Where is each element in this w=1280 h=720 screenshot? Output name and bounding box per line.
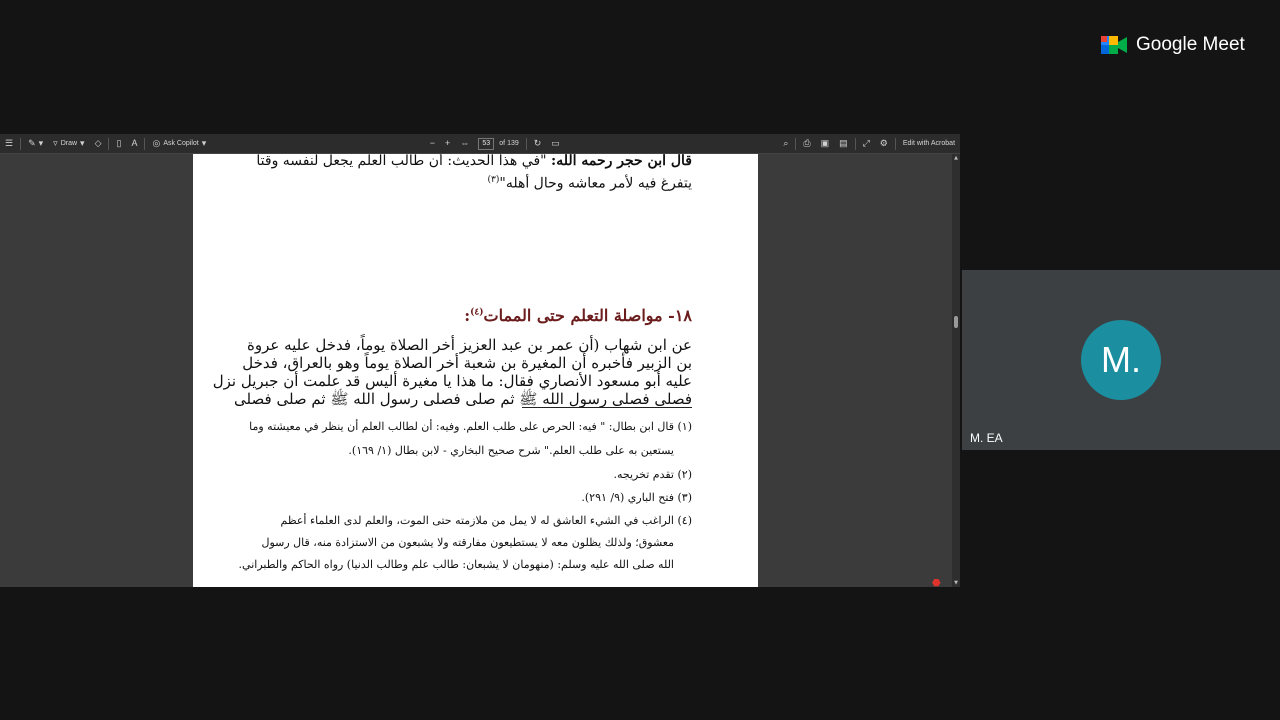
chevron-down-icon: ▾ bbox=[201, 138, 207, 148]
footnote: (٤) الراغب في الشيء العاشق له لا يمل من … bbox=[280, 514, 692, 527]
scrollbar-thumb[interactable] bbox=[954, 316, 958, 328]
settings-button[interactable]: ⚙ bbox=[875, 134, 893, 154]
body-line: عليه أبو مسعود الأنصاري فقال: ما هذا يا … bbox=[212, 372, 692, 390]
ask-copilot-button[interactable]: ◎ Ask Copilot ▾ bbox=[147, 134, 211, 154]
search-button[interactable]: ⌕ bbox=[778, 134, 793, 154]
page-layout-button[interactable]: ▭ bbox=[546, 134, 565, 154]
zoom-out-button[interactable]: − bbox=[425, 134, 440, 154]
participant-tile[interactable]: M. M. EA bbox=[962, 270, 1280, 450]
rotate-button[interactable]: ↻ bbox=[529, 134, 547, 154]
footnote: معشوق؛ ولذلك يظلون معه لا يستطيعون مفارق… bbox=[261, 536, 674, 549]
fit-width-icon: ⇔ bbox=[460, 138, 470, 148]
view-button[interactable]: ▯ bbox=[111, 134, 126, 154]
scroll-down-icon[interactable]: ▼ bbox=[953, 580, 959, 586]
read-aloud-button[interactable]: A bbox=[126, 134, 142, 154]
toolbar-separator bbox=[144, 137, 146, 150]
menu-button[interactable]: ☰ bbox=[0, 134, 18, 154]
edit-with-acrobat-button[interactable]: Edit with Acrobat bbox=[898, 134, 960, 154]
shared-screen: ☰ ✎ ▾ ▿ Draw ▾ ◇ ▯ A ◎ Ask Copilot ▾ − + ⇔ 53… bbox=[0, 0, 960, 720]
copilot-label: Ask Copilot bbox=[163, 140, 199, 147]
eraser-icon: ◇ bbox=[94, 138, 102, 148]
save-icon: ▣ bbox=[820, 138, 830, 148]
avatar: M. bbox=[1081, 320, 1161, 400]
eraser-button[interactable]: ◇ bbox=[90, 134, 107, 154]
toolbar-separator bbox=[894, 137, 896, 150]
page-view-icon: ▯ bbox=[116, 138, 122, 148]
pen-icon: ▿ bbox=[53, 138, 58, 148]
footnote: (٣) فتح الباري (٩/ ٢٩١). bbox=[581, 491, 692, 504]
expand-icon: ⤢ bbox=[862, 138, 870, 148]
screen: ☰ ✎ ▾ ▿ Draw ▾ ◇ ▯ A ◎ Ask Copilot ▾ − + ⇔ 53… bbox=[0, 0, 1280, 720]
vertical-scrollbar[interactable]: ▲ ▼ bbox=[952, 154, 960, 587]
footnote-ref: (٤) bbox=[470, 307, 484, 318]
footnote: (١) قال ابن بطال: " فيه: الحرص على طلب ا… bbox=[249, 420, 692, 433]
save-as-button[interactable]: ▤ bbox=[834, 134, 853, 154]
page-total: of 139 bbox=[499, 140, 519, 147]
toolbar-separator bbox=[108, 137, 110, 150]
toolbar-separator bbox=[525, 137, 527, 150]
minus-icon: − bbox=[429, 138, 436, 148]
participant-name: M. EA bbox=[970, 431, 1003, 445]
pdf-viewer: ☰ ✎ ▾ ▿ Draw ▾ ◇ ▯ A ◎ Ask Copilot ▾ − + ⇔ 53… bbox=[0, 134, 960, 587]
footnote-divider bbox=[522, 407, 692, 408]
author-quote-label: قال ابن حجر رحمه الله: bbox=[551, 154, 692, 169]
acrobat-icon[interactable]: ⬣ bbox=[932, 578, 944, 587]
search-icon: ⌕ bbox=[783, 138, 789, 148]
heading-text: ١٨- مواصلة التعلم حتى الممات bbox=[483, 306, 692, 325]
footnote: يستعين به على طلب العلم." شرح صحيح البخا… bbox=[348, 444, 674, 457]
save-as-icon: ▤ bbox=[839, 138, 848, 148]
plus-icon: + bbox=[445, 138, 451, 148]
save-button[interactable]: ▣ bbox=[816, 134, 835, 154]
page-number-input[interactable]: 53 bbox=[478, 137, 495, 150]
toolbar-separator bbox=[20, 137, 22, 150]
text-line: قال ابن حجر رحمه الله: "في هذا الحديث: أ… bbox=[242, 154, 692, 170]
draw-button[interactable]: ▿ Draw ▾ bbox=[48, 134, 89, 154]
fullscreen-button[interactable]: ⤢ bbox=[858, 134, 875, 154]
google-meet-logo: Google Meet bbox=[1100, 33, 1245, 57]
highlight-button[interactable]: ✎ ▾ bbox=[23, 134, 48, 154]
section-heading: ١٨- مواصلة التعلم حتى الممات(٤): bbox=[464, 306, 692, 325]
footnote-ref: (٣) bbox=[487, 175, 500, 185]
copilot-icon: ◎ bbox=[152, 138, 161, 148]
toolbar-separator bbox=[854, 137, 856, 150]
body-line: عن ابن شهاب (أن عمر بن عبد العزيز أخر ال… bbox=[247, 336, 692, 354]
meet-brand: Google Meet bbox=[1136, 34, 1245, 55]
scroll-up-icon[interactable]: ▲ bbox=[953, 155, 959, 161]
fit-page-button[interactable]: ⇔ bbox=[455, 134, 474, 154]
meet-camera-icon bbox=[1101, 36, 1127, 54]
quote-text: يتفرغ فيه لأمر معاشه وحال أهله" bbox=[499, 175, 692, 192]
zoom-in-button[interactable]: + bbox=[440, 134, 455, 154]
toolbar-separator bbox=[795, 137, 797, 150]
document-canvas[interactable]: قال ابن حجر رحمه الله: "في هذا الحديث: أ… bbox=[0, 154, 952, 587]
list-icon: ☰ bbox=[5, 138, 14, 148]
body-line: بن الزبير فأخبره أن المغيرة بن شعبة أخر … bbox=[242, 354, 692, 372]
print-icon: ⎙ bbox=[803, 138, 811, 148]
rotate-icon: ↻ bbox=[533, 138, 542, 148]
footnote: (٢) تقدم تخريجه. bbox=[613, 468, 692, 481]
read-aloud-icon: A bbox=[131, 138, 138, 148]
print-button[interactable]: ⎙ bbox=[798, 134, 815, 154]
quote-text: "في هذا الحديث: أن طالب العلم يجعل لنفسه… bbox=[256, 154, 552, 169]
gear-icon: ⚙ bbox=[879, 138, 888, 148]
chevron-down-icon: ▾ bbox=[38, 138, 44, 148]
page-layout-icon: ▭ bbox=[551, 138, 560, 148]
draw-label: Draw bbox=[60, 140, 78, 147]
highlighter-icon: ✎ bbox=[28, 138, 36, 148]
pdf-page: قال ابن حجر رحمه الله: "في هذا الحديث: أ… bbox=[193, 154, 758, 587]
text-line: يتفرغ فيه لأمر معاشه وحال أهله"(٣) bbox=[242, 171, 693, 193]
pdf-toolbar: ☰ ✎ ▾ ▿ Draw ▾ ◇ ▯ A ◎ Ask Copilot ▾ − + ⇔ 53… bbox=[0, 134, 960, 154]
chevron-down-icon: ▾ bbox=[80, 138, 85, 148]
footnote: الله صلى الله عليه وسلم: (منهومان لا يشب… bbox=[238, 558, 674, 571]
